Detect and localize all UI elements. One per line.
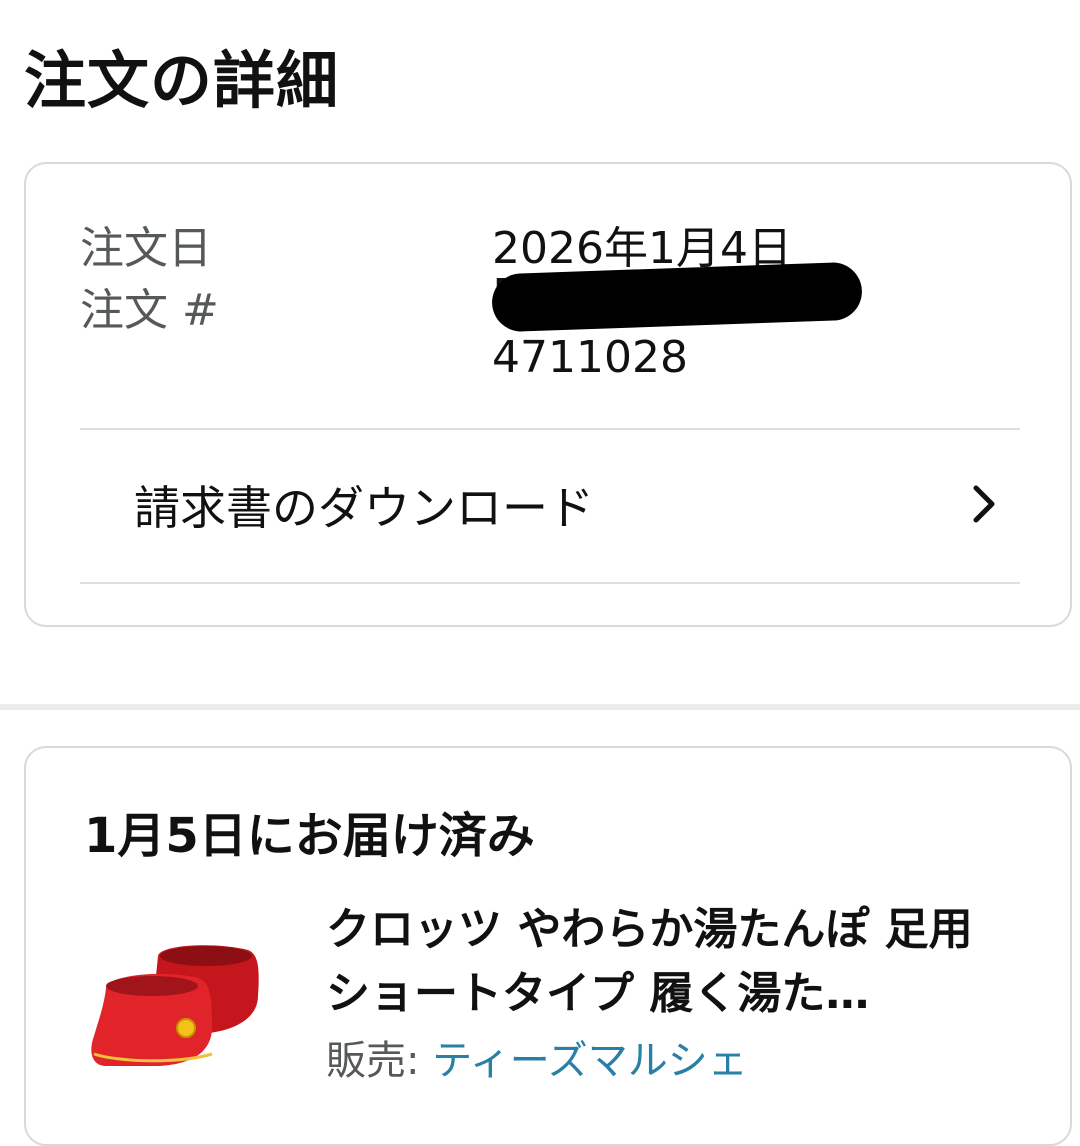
seller-label: 販売: — [326, 1038, 433, 1084]
page-title: 注文の詳細 — [24, 44, 340, 117]
invoice-download-row[interactable]: 請求書のダウンロード — [80, 430, 1020, 582]
invoice-download-label: 請求書のダウンロード — [134, 481, 594, 535]
divider — [80, 582, 1020, 584]
redaction-mark — [491, 261, 863, 333]
delivery-status: 1月5日にお届け済み — [84, 808, 535, 864]
product-image[interactable] — [88, 936, 288, 1076]
seller-link[interactable]: ティーズマルシェ — [432, 1038, 748, 1084]
order-number-label: 注文 # — [80, 285, 219, 336]
section-separator — [0, 704, 1080, 710]
seller-line: 販売: ティーズマルシェ — [326, 1028, 748, 1086]
order-number-suffix: 4711028 — [492, 332, 688, 383]
chevron-right-icon — [973, 485, 995, 523]
order-info-card: 注文日 2026年1月4日 注文 # 5 4711028 請求書のダウンロード — [24, 162, 1072, 627]
product-title[interactable]: クロッツ やわらか湯たんぽ 足用 ショートタイプ 履く湯た… — [326, 898, 1006, 1026]
delivery-card: 1月5日にお届け済み クロッツ やわらか湯たんぽ 足用 ショートタイプ 履く湯た… — [24, 746, 1072, 1146]
order-date-label: 注文日 — [80, 223, 212, 274]
